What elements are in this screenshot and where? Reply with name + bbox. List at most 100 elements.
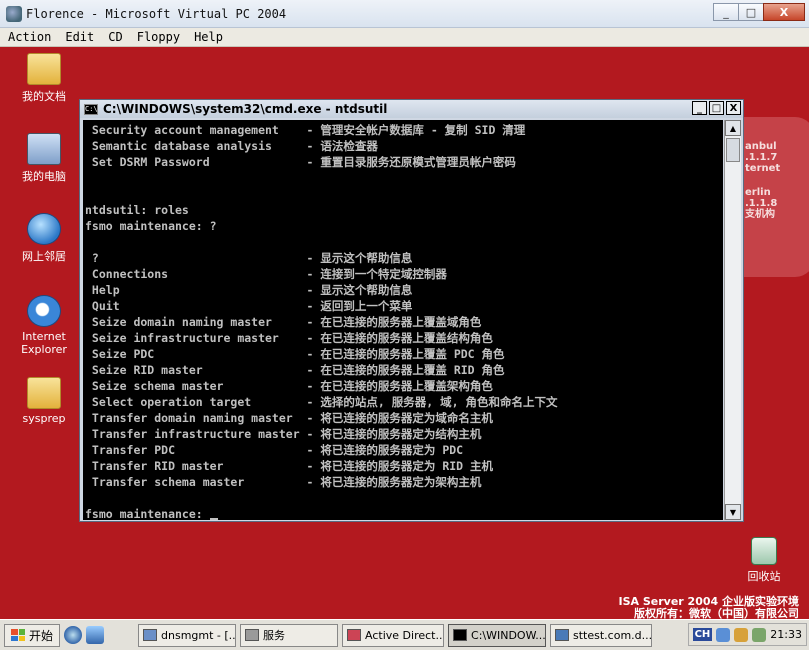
desktop-icon-sysprep[interactable]: sysprep (4, 377, 84, 425)
network-label: .1.1.7 (745, 152, 778, 163)
cmd-window-title: C:\WINDOWS\system32\cmd.exe - ntdsutil (103, 102, 388, 116)
host-window-controls: _ □ X (713, 3, 805, 21)
tray-shield-icon[interactable] (734, 627, 749, 642)
taskbar-button[interactable]: Active Direct... (342, 623, 445, 647)
console-line: Transfer infrastructure master - 将已连接的服务… (85, 427, 482, 441)
host-menubar: Action Edit CD Floppy Help (0, 28, 809, 47)
desktop-icon-label: 我的文档 (22, 90, 66, 103)
task-app-icon (245, 629, 260, 641)
console-lines: Security account management - 管理安全帐户数据库 … (85, 122, 557, 520)
desktop-icon-recycle-bin[interactable]: 回收站 (724, 537, 804, 584)
cmd-close-button[interactable]: X (726, 101, 741, 115)
console-line: Connections - 连接到一个特定域控制器 (85, 267, 447, 281)
system-tray: CH 21:33 (687, 623, 807, 646)
network-icon (27, 213, 61, 245)
console-line: Transfer PDC - 将已连接的服务器定为 PDC (85, 443, 464, 457)
host-window-title: Florence - Microsoft Virtual PC 2004 (26, 6, 287, 21)
console-line: Semantic database analysis - 语法检查器 (85, 139, 378, 153)
quicklaunch-desktop-icon[interactable] (86, 626, 105, 644)
taskbar-button-label: C:\WINDOW... (471, 628, 546, 642)
desktop-icon-label: 网上邻居 (22, 250, 66, 263)
folder-icon (27, 53, 61, 85)
virtual-pc-icon (6, 5, 22, 22)
tray-volume-icon[interactable] (752, 627, 767, 642)
recycle-bin-icon (751, 537, 777, 565)
close-button[interactable]: X (763, 3, 805, 21)
scroll-thumb[interactable] (726, 138, 740, 162)
start-label: 开始 (29, 628, 54, 643)
console-output[interactable]: Security account management - 管理安全帐户数据库 … (83, 120, 723, 520)
console-line: Seize schema master - 在已连接的服务器上覆盖架构角色 (85, 379, 493, 393)
network-label: 支机构 (745, 209, 775, 220)
language-indicator[interactable]: CH (692, 628, 713, 641)
network-label: ternet (745, 163, 781, 174)
tray-network-icon[interactable] (716, 627, 731, 642)
task-app-icon (555, 629, 570, 641)
taskbar-button-label: sttest.com.d... (573, 628, 653, 642)
desktop-icon-label: sysprep (22, 412, 66, 425)
cmd-titlebar[interactable]: C:\ C:\WINDOWS\system32\cmd.exe - ntdsut… (80, 100, 743, 118)
desktop-icon-label: 回收站 (747, 570, 781, 583)
taskbar-button[interactable]: 服务 (240, 623, 339, 647)
desktop-icon-my-documents[interactable]: 我的文档 (4, 53, 84, 104)
desktop-icon-label: 我的电脑 (22, 170, 66, 183)
text-cursor (209, 518, 218, 520)
computer-icon (27, 133, 61, 165)
scroll-up-arrow-icon[interactable]: ▲ (725, 120, 741, 136)
scroll-down-arrow-icon[interactable]: ▼ (725, 504, 741, 520)
desktop-icon-network-places[interactable]: 网上邻居 (4, 213, 84, 264)
vertical-scrollbar[interactable]: ▲ ▼ (724, 120, 741, 520)
console-line: Set DSRM Password - 重置目录服务还原模式管理员帐户密码 (85, 155, 516, 169)
taskbar-button-label: Active Direct... (365, 628, 445, 642)
ie-icon (27, 295, 61, 327)
cmd-maximize-button[interactable]: □ (709, 101, 724, 115)
minimize-button[interactable]: _ (713, 3, 739, 21)
console-line: Transfer domain naming master - 将已连接的服务器… (85, 411, 493, 425)
menu-action[interactable]: Action (8, 30, 51, 44)
network-label: anbul (745, 141, 777, 152)
console-line: Select operation target - 选择的站点, 服务器, 域,… (85, 395, 558, 409)
network-label: .1.1.8 (745, 198, 778, 209)
console-line: Seize domain naming master - 在已连接的服务器上覆盖… (85, 315, 482, 329)
console-line: Transfer schema master - 将已连接的服务器定为架构主机 (85, 475, 482, 489)
network-label: erlin (745, 187, 771, 198)
console-line: Help - 显示这个帮助信息 (85, 283, 413, 297)
task-app-icon (347, 629, 362, 641)
console-line: fsmo maintenance: ? (85, 219, 217, 233)
cmd-minimize-button[interactable]: _ (692, 101, 707, 115)
start-button[interactable]: 开始 (4, 623, 61, 647)
guest-desktop: 我的文档 我的电脑 网上邻居 Internet Explorer sysprep… (0, 47, 809, 619)
console-line: Seize infrastructure master - 在已连接的服务器上覆… (85, 331, 493, 345)
taskbar-task-list: dnsmgmt - [... 服务 Active Direct... C:\WINDO… (134, 623, 653, 647)
menu-help[interactable]: Help (194, 30, 223, 44)
windows-flag-icon (11, 629, 25, 641)
cmd-window[interactable]: C:\ C:\WINDOWS\system32\cmd.exe - ntdsut… (79, 99, 744, 522)
menu-floppy[interactable]: Floppy (137, 30, 180, 44)
desktop-icon-label: Internet Explorer (21, 330, 67, 356)
folder-icon (27, 377, 61, 409)
console-line: Transfer RID master - 将已连接的服务器定为 RID 主机 (85, 459, 494, 473)
taskbar: 开始 dnsmgmt - [... 服务 Active Direct... C:\WI… (0, 619, 809, 650)
task-app-icon (453, 629, 468, 641)
desktop-icon-my-computer[interactable]: 我的电脑 (4, 133, 84, 184)
console-line: Quit - 返回到上一个菜单 (85, 299, 413, 313)
host-titlebar[interactable]: Florence - Microsoft Virtual PC 2004 _ □… (0, 0, 809, 28)
maximize-button[interactable]: □ (738, 3, 764, 21)
console-line: Security account management - 管理安全帐户数据库 … (85, 123, 526, 137)
menu-cd[interactable]: CD (108, 30, 122, 44)
taskbar-button[interactable]: dnsmgmt - [... (138, 623, 237, 647)
desktop-icon-internet-explorer[interactable]: Internet Explorer (4, 295, 84, 356)
taskbar-button-label: 服务 (263, 629, 286, 642)
taskbar-button[interactable]: sttest.com.d... (550, 623, 653, 647)
quicklaunch-ie-icon[interactable] (64, 626, 83, 644)
console-line: fsmo maintenance: (85, 506, 557, 520)
console-line: Seize PDC - 在已连接的服务器上覆盖 PDC 角色 (85, 347, 505, 361)
menu-edit[interactable]: Edit (65, 30, 94, 44)
clock[interactable]: 21:33 (770, 628, 802, 641)
taskbar-button[interactable]: C:\WINDOW... (448, 623, 547, 647)
console-line: ntdsutil: roles (85, 203, 189, 217)
console-line: Seize RID master - 在已连接的服务器上覆盖 RID 角色 (85, 363, 505, 377)
